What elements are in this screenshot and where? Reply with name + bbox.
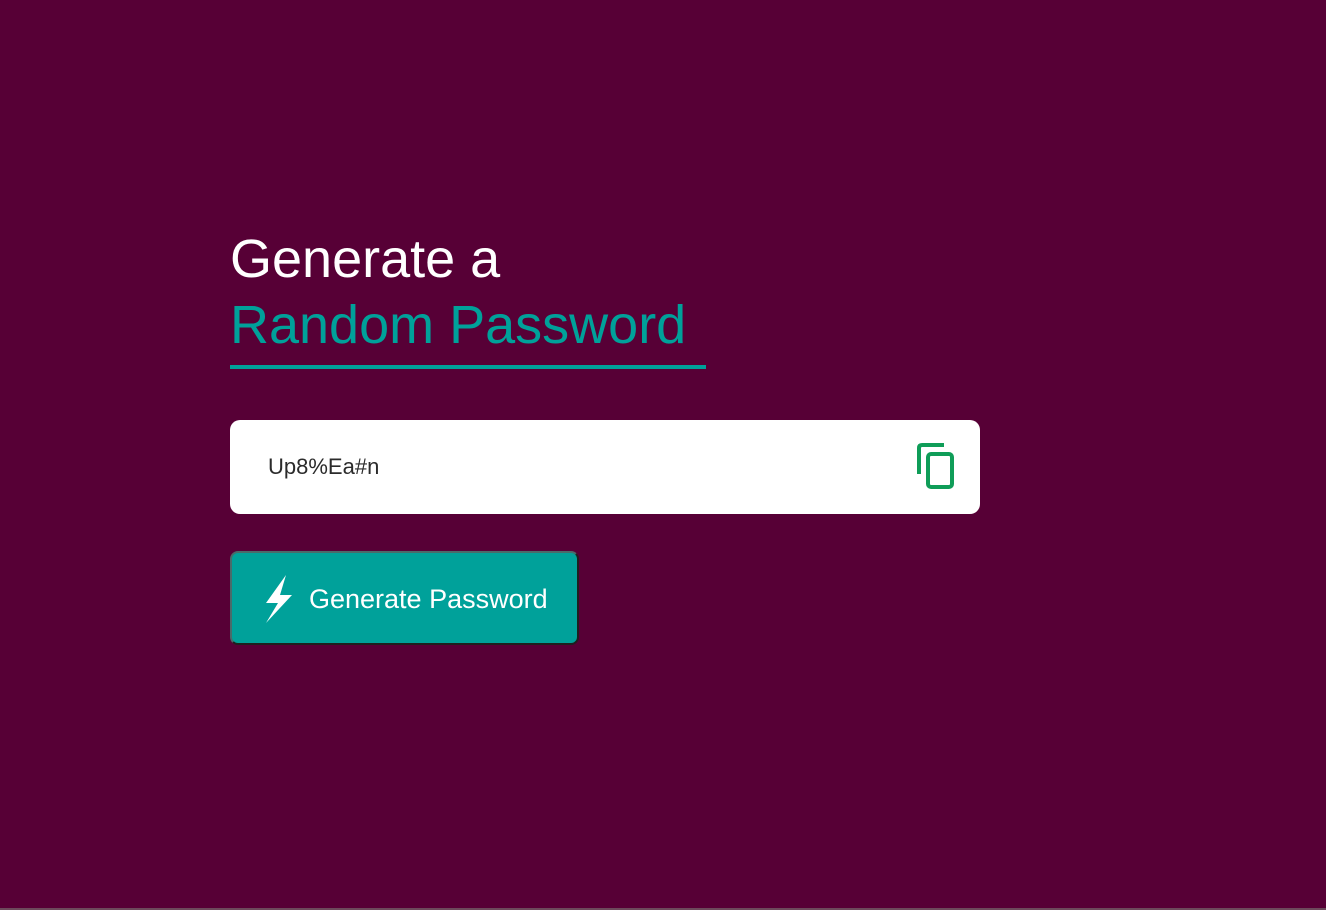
generate-password-button[interactable]: Generate Password: [230, 551, 579, 645]
title-underline: [230, 365, 706, 369]
page-title: Generate a Random Password: [230, 226, 688, 358]
lightning-bolt-icon: [262, 573, 296, 625]
copy-icon: [914, 442, 958, 492]
password-value: Up8%Ea#n: [268, 454, 380, 479]
copy-button[interactable]: [914, 442, 958, 492]
password-display: Up8%Ea#n: [230, 420, 980, 514]
page: Generate a Random Password Up8%Ea#n Gene…: [0, 0, 1326, 910]
generate-button-label: Generate Password: [309, 584, 548, 614]
title-line-2: Random Password: [230, 295, 687, 355]
title-line-1: Generate a: [230, 229, 501, 289]
